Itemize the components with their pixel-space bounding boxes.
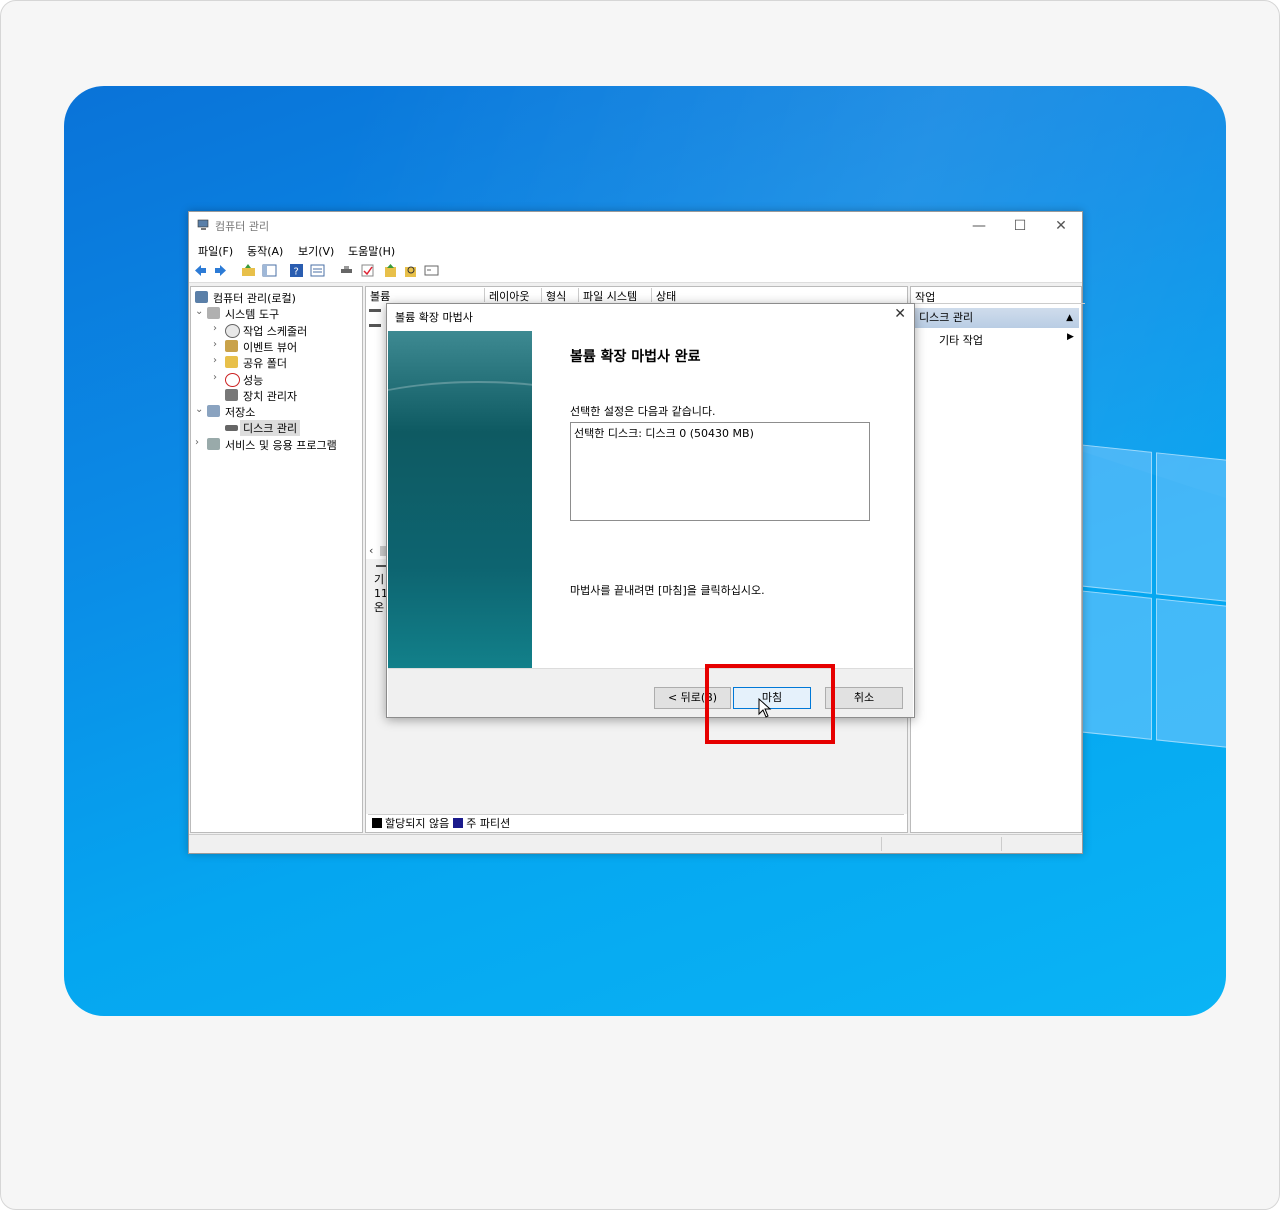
collapse-up-icon[interactable]: ▲ [1066, 308, 1073, 328]
clock-icon [225, 324, 240, 338]
menu-action[interactable]: 동작(A) [247, 243, 283, 259]
column-layout[interactable]: 레이아웃 [485, 288, 542, 303]
chevron-down-icon[interactable]: ⌄ [195, 306, 205, 317]
menu-help[interactable]: 도움말(H) [348, 243, 395, 259]
legend-unallocated: 할당되지 않음 [385, 817, 450, 830]
wizard-side-banner [388, 331, 532, 668]
minimize-button[interactable]: — [964, 216, 994, 236]
column-type[interactable]: 형식 [542, 288, 579, 303]
dialog-title: 볼륨 확장 마법사 [395, 311, 473, 324]
forward-arrow-icon[interactable] [213, 263, 228, 278]
menu-view[interactable]: 보기(V) [298, 243, 334, 259]
toolbar: ? [189, 260, 1082, 283]
computer-management-icon [197, 219, 209, 230]
tools-icon [207, 307, 220, 319]
finish-instruction: 마법사를 끝내려면 [마침]을 클릭하십시오. [570, 584, 765, 597]
column-file-system[interactable]: 파일 시스템 [579, 288, 652, 303]
extend-volume-wizard-dialog: 볼륨 확장 마법사 ✕ 볼륨 확장 마법사 완료 선택한 설정은 다음과 같습니… [386, 303, 915, 718]
close-button[interactable]: ✕ [1046, 216, 1076, 236]
menu-file[interactable]: 파일(F) [198, 243, 233, 259]
chevron-down-icon[interactable]: ⌄ [195, 404, 205, 415]
console-icon[interactable] [424, 263, 439, 278]
maximize-button[interactable]: ☐ [1005, 216, 1035, 236]
submenu-arrow-icon[interactable]: ▶ [1067, 332, 1074, 342]
help-icon[interactable]: ? [289, 263, 304, 278]
chevron-right-icon[interactable]: › [195, 437, 205, 448]
shared-folder-icon [225, 356, 238, 368]
check-icon[interactable] [360, 263, 375, 278]
dialog-close-icon[interactable]: ✕ [894, 306, 906, 322]
export-icon[interactable] [383, 263, 398, 278]
services-icon [207, 438, 220, 450]
legend-unallocated-swatch [372, 818, 382, 828]
windows-logo [1080, 444, 1226, 759]
event-log-icon [225, 340, 238, 352]
title-bar: 컴퓨터 관리 — ☐ ✕ [189, 212, 1082, 240]
actions-header: 작업 [911, 289, 1085, 304]
actions-more[interactable]: 기타 작업 [939, 332, 983, 348]
up-folder-icon[interactable] [241, 263, 256, 278]
search-folder-icon[interactable] [403, 263, 418, 278]
volume-row-icon [369, 309, 381, 312]
settings-summary-box[interactable]: 선택한 디스크: 디스크 0 (50430 MB) [570, 422, 870, 521]
storage-icon [207, 405, 220, 417]
disk-icon [225, 425, 238, 431]
legend-primary-swatch [453, 818, 464, 828]
disk-icon [376, 565, 386, 567]
actions-section-disk-management[interactable]: 디스크 관리 ▲ [913, 308, 1079, 328]
properties-icon[interactable] [310, 263, 325, 278]
actions-section-label: 디스크 관리 [919, 311, 974, 324]
actions-pane: 작업 디스크 관리 ▲ 기타 작업 ▶ [910, 286, 1085, 833]
volume-row-icon [369, 324, 381, 327]
cancel-button[interactable]: 취소 [825, 687, 903, 709]
mouse-cursor-icon [758, 698, 772, 718]
window-title: 컴퓨터 관리 [215, 220, 270, 233]
device-manager-icon [225, 389, 238, 401]
scroll-left-icon[interactable]: ‹ [369, 544, 373, 557]
chevron-right-icon[interactable]: › [213, 355, 223, 366]
chevron-right-icon[interactable]: › [213, 323, 223, 334]
column-volume[interactable]: 볼륨 [366, 288, 485, 303]
svg-text:?: ? [294, 267, 299, 278]
wizard-subtitle: 선택한 설정은 다음과 같습니다. [570, 405, 716, 418]
status-bar [189, 834, 1082, 853]
back-arrow-icon[interactable] [193, 263, 208, 278]
connect-icon[interactable] [339, 263, 354, 278]
menu-bar: 파일(F) 동작(A) 보기(V) 도움말(H) [189, 240, 1082, 260]
legend-primary: 주 파티션 [466, 817, 511, 830]
show-hide-tree-icon[interactable] [262, 263, 277, 278]
chevron-right-icon[interactable]: › [213, 372, 223, 383]
column-status[interactable]: 상태 [652, 288, 906, 303]
chevron-right-icon[interactable]: › [213, 339, 223, 350]
performance-icon [225, 373, 240, 387]
wizard-heading: 볼륨 확장 마법사 완료 [570, 349, 701, 365]
navigation-tree: 컴퓨터 관리(로컬) ⌄ 시스템 도구 › 작업 스케줄러 › 이벤트 뷰어 › 공유 … [190, 286, 363, 833]
actions-more-label: 기타 작업 [939, 334, 983, 347]
legend-bar: 할당되지 않음 주 파티션 [368, 814, 904, 831]
settings-summary-line: 선택한 디스크: 디스크 0 (50430 MB) [574, 427, 754, 440]
